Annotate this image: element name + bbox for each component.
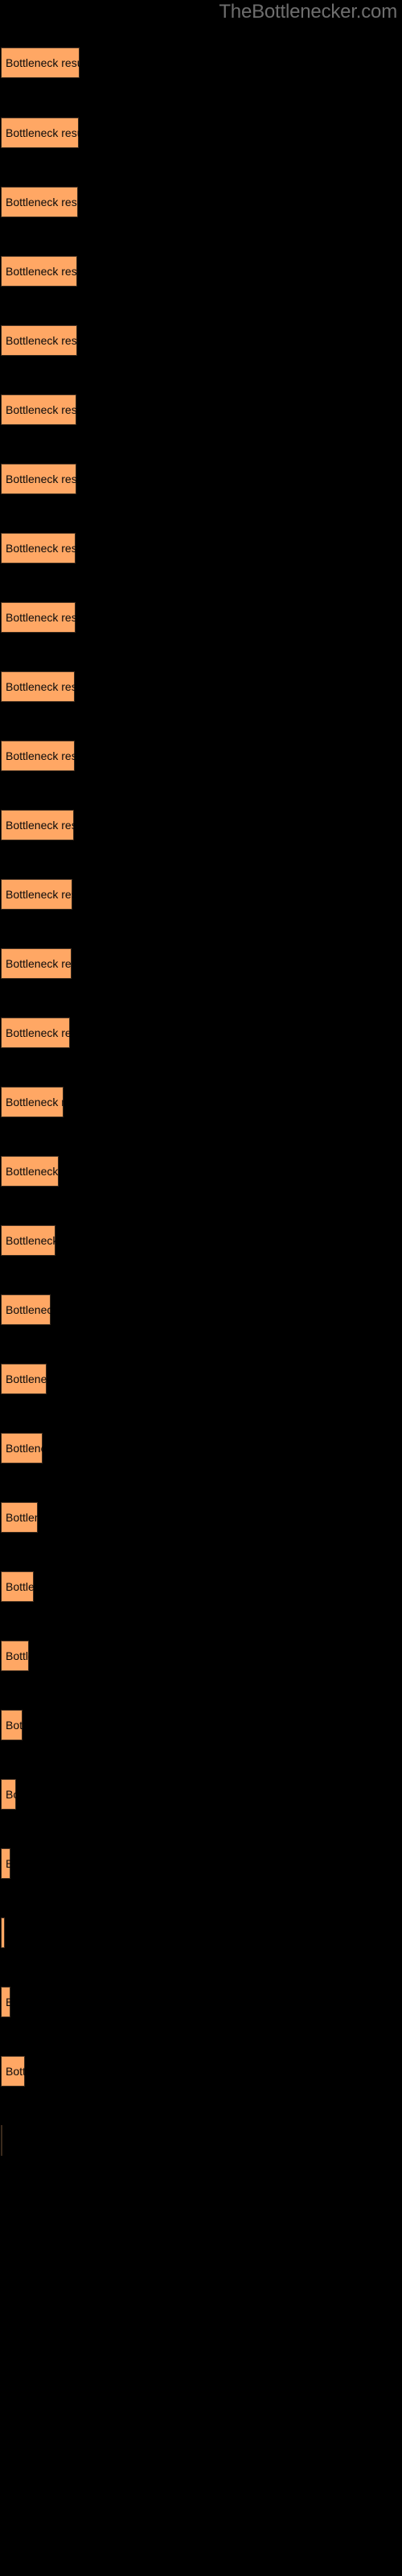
bar-label-clip: Bottleneck result	[1, 1225, 55, 1256]
bar-label-clip: Bottleneck result	[1, 1502, 38, 1533]
bar-label: Bottleneck result	[6, 196, 78, 208]
bar-row: Bottleneck result	[0, 1710, 402, 1741]
bar-row: Bottleneck result	[0, 1918, 402, 1949]
bar-label: Bottleneck result	[6, 1788, 16, 1801]
bar-row: Bottleneck result	[0, 533, 402, 564]
bar-label-clip: Bottleneck result	[1, 671, 75, 702]
bar-label-clip: Bottleneck result	[1, 1848, 10, 1879]
bar-label: Bottleneck result	[6, 126, 79, 139]
bar-row: Bottleneck result	[0, 602, 402, 634]
bar-label-clip: Bottleneck result	[1, 1779, 16, 1810]
bar-label: Bottleneck result	[6, 1719, 23, 1732]
bar-label-clip: Bottleneck result	[1, 741, 75, 771]
bar-label: Bottleneck result	[6, 1511, 38, 1524]
bar-label: Bottleneck result	[6, 1165, 59, 1178]
bar-row: Bottleneck result	[0, 1987, 402, 2018]
bar-label: Bottleneck result	[6, 680, 75, 693]
bar-label-clip: Bottleneck result	[1, 1433, 43, 1463]
bar-label-clip: Bottleneck result	[1, 948, 72, 979]
bar-label-clip: Bottleneck result	[1, 394, 76, 425]
bar-label-clip: Bottleneck result	[1, 1018, 70, 1048]
bar-label: Bottleneck result	[6, 888, 72, 901]
bar-label: Bottleneck result	[6, 611, 76, 624]
bar-label: Bottleneck result	[6, 1096, 64, 1108]
bar-row: Bottleneck result	[0, 741, 402, 772]
bar-row: Bottleneck result	[0, 948, 402, 980]
bar-label-clip: Bottleneck result	[1, 464, 76, 494]
bar-label: Bottleneck result	[6, 542, 76, 555]
bar-row: Bottleneck result	[0, 118, 402, 149]
bar-row: Bottleneck result	[0, 879, 402, 910]
bar-label-clip: Bottleneck result	[1, 1156, 59, 1187]
bar-row: Bottleneck result	[0, 1294, 402, 1326]
bar-label-clip: Bottleneck result	[1, 256, 77, 287]
bar-label-clip: Bottleneck result	[1, 187, 78, 217]
bar-row: Bottleneck result	[0, 187, 402, 218]
bar-row: Bottleneck result	[0, 1571, 402, 1603]
bar-row: Bottleneck result	[0, 1641, 402, 1672]
bar-label: Bottleneck result	[6, 1373, 47, 1385]
bar-label-clip: Bottleneck result	[1, 602, 76, 633]
bar-row: Bottleneck result	[0, 810, 402, 841]
bar-row: Bottleneck result	[0, 1433, 402, 1464]
bar-row: Bottleneck result	[0, 671, 402, 703]
bar-label-clip: Bottleneck result	[1, 1641, 29, 1671]
bar-label-clip: Bottleneck result	[1, 533, 76, 564]
bar-label: Bottleneck result	[6, 403, 76, 416]
bar-label: Bottleneck result	[6, 1649, 29, 1662]
bar-row: Bottleneck result	[0, 1156, 402, 1187]
bar-label: Bottleneck result	[6, 265, 77, 278]
bar-label: Bottleneck result	[6, 2065, 25, 2078]
bar-label-clip: Bottleneck result	[1, 1710, 23, 1740]
bar-label: Bottleneck result	[6, 1234, 55, 1247]
bar-row: Bottleneck result	[0, 394, 402, 426]
bar-label: Bottleneck result	[6, 334, 77, 347]
bar-row: Bottleneck result	[0, 1779, 402, 1810]
bar-label: Bottleneck result	[6, 957, 72, 970]
bar-label: Bottleneck result	[6, 56, 80, 69]
bar-label-clip: Bottleneck result	[1, 1364, 47, 1394]
bar-row: Bottleneck result	[0, 47, 402, 79]
bottleneck-bar-chart: Bottleneck result Bottleneck result Bottle…	[0, 0, 402, 2576]
bar-row: Bottleneck result	[0, 1364, 402, 1395]
bar-label-clip: Bottleneck result	[1, 1987, 10, 2017]
bar-row: Bottleneck result	[0, 256, 402, 287]
bar-label: Bottleneck result	[6, 1857, 10, 1870]
bar-label-clip: Bottleneck result	[1, 1918, 5, 1948]
bar-label-clip: Bottleneck result	[1, 118, 79, 148]
bar-label-clip: Bottleneck result	[1, 2056, 25, 2087]
bar-label: Bottleneck result	[6, 1303, 51, 1316]
bar-label: Bottleneck result	[6, 1026, 70, 1039]
bar-row: Bottleneck result	[0, 2056, 402, 2087]
bar-row: Bottleneck result	[0, 1225, 402, 1257]
bar-row: Bottleneck result	[0, 2125, 402, 2157]
bar-row: Bottleneck result	[0, 1848, 402, 1880]
bar-label-clip: Bottleneck result	[1, 47, 80, 78]
bar-label-clip: Bottleneck result	[1, 1571, 34, 1602]
bar-label-clip: Bottleneck result	[1, 1294, 51, 1325]
bar-row: Bottleneck result	[0, 325, 402, 357]
bar-label: Bottleneck result	[6, 1996, 10, 2008]
bar-label-clip: Bottleneck result	[1, 879, 72, 910]
bar-label: Bottleneck result	[6, 1442, 43, 1455]
bar-label-clip: Bottleneck result	[1, 1087, 64, 1117]
bar-label-clip: Bottleneck result	[1, 2125, 2, 2156]
bar-row: Bottleneck result	[0, 1087, 402, 1118]
bar-row: Bottleneck result	[0, 1018, 402, 1049]
bar-row: Bottleneck result	[0, 464, 402, 495]
bar-label: Bottleneck result	[6, 819, 74, 832]
bar-label-clip: Bottleneck result	[1, 325, 77, 356]
bar-row: Bottleneck result	[0, 1502, 402, 1534]
bar-label: Bottleneck result	[6, 749, 75, 762]
bar-label-clip: Bottleneck result	[1, 810, 74, 840]
bar-label: Bottleneck result	[6, 1580, 34, 1593]
bar-label: Bottleneck result	[6, 473, 76, 485]
